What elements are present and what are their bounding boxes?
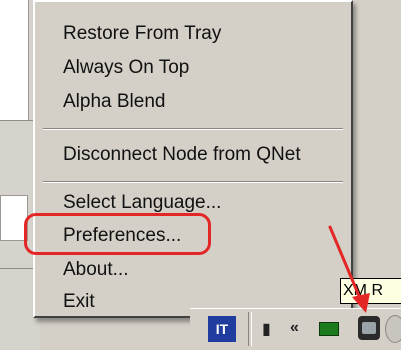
annotation-arrow [328,225,370,313]
background-window-pane [0,0,29,120]
app-tray-icon[interactable] [358,316,380,340]
menu-item-disconnect-node[interactable]: Disconnect Node from QNet [63,141,301,169]
language-badge[interactable]: IT [208,316,236,342]
menu-item-exit[interactable]: Exit [63,288,95,316]
menu-separator [43,181,343,183]
menu-separator [43,128,343,130]
clock-icon[interactable] [385,315,401,343]
printer-icon[interactable]: ▮ [262,320,271,340]
tray-divider [248,312,252,346]
preferences-highlight-ring [24,213,211,255]
chevron-icon[interactable]: « [290,318,299,338]
menu-item-about[interactable]: About... [63,256,129,284]
menu-item-always-on-top[interactable]: Always On Top [63,54,189,82]
network-icon[interactable] [319,322,339,336]
menu-item-restore-from-tray[interactable]: Restore From Tray [63,20,221,48]
menu-item-alpha-blend[interactable]: Alpha Blend [63,88,165,116]
app-tray-icon-screen [362,322,376,334]
